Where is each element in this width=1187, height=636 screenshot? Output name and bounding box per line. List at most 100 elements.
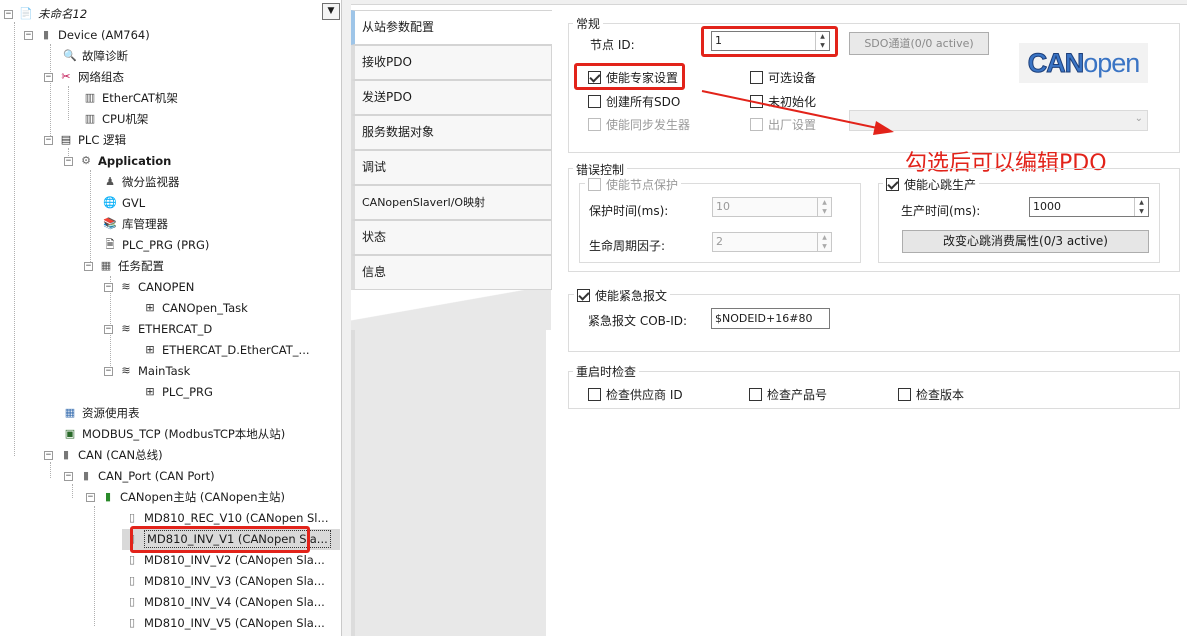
program-icon: 🗎 bbox=[105, 238, 115, 251]
plc-icon: ▤ bbox=[60, 133, 72, 146]
call-icon: ⊞ bbox=[145, 385, 155, 398]
tree-taskcfg[interactable]: − ▦ 任务配置 bbox=[84, 256, 164, 276]
tree-slave-rec[interactable]: ▯ MD810_REC_V10 (CANopen Sl... bbox=[124, 508, 329, 528]
tree-modbus[interactable]: ▣ MODBUS_TCP (ModbusTCP本地从站) bbox=[62, 424, 286, 444]
tree-canopen-master[interactable]: − ▮ CANopen主站 (CANopen主站) bbox=[86, 487, 285, 507]
highlight-selected-slave bbox=[130, 526, 310, 553]
tab-debug[interactable]: 调试 bbox=[351, 150, 552, 185]
check-product-checkbox[interactable]: 检查产品号 bbox=[749, 386, 827, 403]
table-icon: ▦ bbox=[64, 406, 76, 419]
tree-slave-inv2[interactable]: ▯ MD810_INV_V2 (CANopen Sla... bbox=[124, 550, 325, 570]
tree-plc-prg[interactable]: 🗎 PLC_PRG (PRG) bbox=[102, 235, 210, 255]
tree-canopen-task[interactable]: ⊞ CANOpen_Task bbox=[142, 298, 247, 318]
checkbox-icon[interactable] bbox=[588, 95, 601, 108]
tree-task-ethercat[interactable]: − ≋ ETHERCAT_D bbox=[104, 319, 212, 339]
task-config-icon: ▦ bbox=[100, 259, 112, 272]
tree-can-port[interactable]: − ▮ CAN_Port (CAN Port) bbox=[64, 466, 215, 486]
check-vendor-checkbox[interactable]: 检查供应商 ID bbox=[588, 386, 683, 403]
checkbox-icon[interactable] bbox=[588, 178, 601, 191]
tab-status[interactable]: 状态 bbox=[351, 220, 552, 255]
rack-icon: ▥ bbox=[84, 112, 96, 125]
tree-main-call[interactable]: ⊞ PLC_PRG bbox=[142, 382, 213, 402]
canopen-logo: CAN open bbox=[1019, 43, 1148, 83]
checkbox-checked-icon[interactable] bbox=[886, 178, 899, 191]
device-icon: ▮ bbox=[42, 28, 50, 41]
tree-slave-inv5[interactable]: ▯ MD810_INV_V5 (CANopen Sla... bbox=[124, 613, 325, 633]
tools-icon: ✂ bbox=[61, 70, 71, 83]
checkbox-icon[interactable] bbox=[588, 118, 601, 131]
check-version-checkbox[interactable]: 检查版本 bbox=[898, 386, 964, 403]
checkbox-icon[interactable] bbox=[750, 71, 763, 84]
tree-device[interactable]: − ▮ Device (AM764) bbox=[24, 25, 150, 45]
tree-dropdown-button[interactable]: ▼ bbox=[322, 3, 340, 20]
tree-plc-logic[interactable]: − ▤ PLC 逻辑 bbox=[44, 130, 126, 150]
tree-task-main[interactable]: − ≋ MainTask bbox=[104, 361, 190, 381]
emcy-enable-checkbox[interactable]: 使能紧急报文 bbox=[574, 287, 671, 304]
tab-info[interactable]: 信息 bbox=[351, 255, 552, 290]
device-icon: ▣ bbox=[64, 427, 76, 440]
chevron-down-icon: ⌄ bbox=[1134, 113, 1143, 124]
spin-arrows-icon[interactable]: ▲ ▼ bbox=[817, 198, 831, 216]
device-icon: ▮ bbox=[82, 469, 90, 482]
task-icon: ≋ bbox=[121, 322, 131, 335]
tree-netcfg[interactable]: − ✂ 网络组态 bbox=[44, 67, 124, 87]
checkbox-checked-icon[interactable] bbox=[577, 289, 590, 302]
task-icon: ≋ bbox=[121, 364, 131, 377]
slave-icon: ▯ bbox=[128, 553, 136, 566]
checkbox-icon[interactable] bbox=[749, 388, 762, 401]
optional-device-checkbox[interactable]: 可选设备 bbox=[750, 69, 816, 86]
tab-sdo[interactable]: 服务数据对象 bbox=[351, 115, 552, 150]
spin-arrows-icon[interactable]: ▲ ▼ bbox=[817, 233, 831, 251]
magnifier-icon: 🔍 bbox=[63, 49, 77, 62]
splitter[interactable] bbox=[342, 0, 351, 636]
group-restart-title: 重启时检查 bbox=[573, 363, 640, 380]
rack-icon: ▥ bbox=[84, 91, 96, 104]
tab-io-mapping[interactable]: CANopenSlaverI/O映射 bbox=[351, 185, 552, 220]
tab-tx-pdo[interactable]: 发送PDO bbox=[351, 80, 552, 115]
library-icon: 📚 bbox=[103, 217, 117, 230]
tree-can[interactable]: − ▮ CAN (CAN总线) bbox=[44, 445, 163, 465]
tree-slave-inv4[interactable]: ▯ MD810_INV_V4 (CANopen Sla... bbox=[124, 592, 325, 612]
life-factor-input[interactable]: 2 ▲ ▼ bbox=[712, 232, 832, 252]
project-tree: ▼ − 📄 未命名12 − ▮ Device (AM764) 🔍 故障诊断 − ✂ 网… bbox=[0, 0, 342, 636]
tree-ethercat-rack[interactable]: ▥ EtherCAT机架 bbox=[82, 88, 178, 108]
checkbox-icon[interactable] bbox=[588, 388, 601, 401]
emcy-cobid-label: 紧急报文 COB-ID: bbox=[588, 314, 688, 328]
tree-resources[interactable]: ▦ 资源使用表 bbox=[62, 403, 140, 423]
produce-time-label: 生产时间(ms): bbox=[901, 204, 981, 218]
tab-rx-pdo[interactable]: 接收PDO bbox=[351, 45, 552, 80]
tree-application[interactable]: − ⚙ Application bbox=[64, 151, 171, 171]
tree-monitor[interactable]: ♟ 微分监视器 bbox=[102, 172, 179, 192]
tree-root[interactable]: − 📄 未命名12 bbox=[4, 4, 87, 24]
monitor-icon: ♟ bbox=[105, 175, 115, 188]
slave-icon: ▯ bbox=[128, 574, 136, 587]
heartbeat-checkbox[interactable]: 使能心跳生产 bbox=[883, 176, 980, 193]
call-icon: ⊞ bbox=[145, 301, 155, 314]
guard-time-input[interactable]: 10 ▲ ▼ bbox=[712, 197, 832, 217]
produce-time-input[interactable]: 1000 ▲ ▼ bbox=[1029, 197, 1149, 217]
create-all-sdo-checkbox[interactable]: 创建所有SDO bbox=[588, 93, 680, 110]
group-general-title: 常规 bbox=[573, 15, 604, 32]
master-icon: ▮ bbox=[104, 490, 112, 503]
tree-slave-inv3[interactable]: ▯ MD810_INV_V3 (CANopen Sla... bbox=[124, 571, 325, 591]
change-heartbeat-button[interactable]: 改变心跳消费属性(0/3 active) bbox=[902, 230, 1149, 253]
project-icon: 📄 bbox=[19, 7, 33, 20]
sdo-channel-button[interactable]: SDO通道(0/0 active) bbox=[849, 32, 989, 55]
tab-slave-params[interactable]: 从站参数配置 bbox=[351, 10, 552, 45]
spin-arrows-icon[interactable]: ▲ ▼ bbox=[1134, 198, 1148, 216]
annotation-arrow-icon bbox=[701, 90, 894, 135]
node-guard-checkbox[interactable]: 使能节点保护 bbox=[585, 176, 682, 193]
sync-producer-checkbox[interactable]: 使能同步发生器 bbox=[588, 116, 690, 133]
emcy-cobid-input[interactable]: $NODEID+16#80 bbox=[711, 308, 830, 329]
highlight-expert-settings bbox=[574, 63, 685, 90]
tree-cpu-rack[interactable]: ▥ CPU机架 bbox=[82, 109, 149, 129]
node-id-label: 节点 ID: bbox=[590, 38, 635, 52]
tree-task-canopen[interactable]: − ≋ CANOPEN bbox=[104, 277, 194, 297]
tree-libmgr[interactable]: 📚 库管理器 bbox=[102, 214, 168, 234]
call-icon: ⊞ bbox=[145, 343, 155, 356]
slave-icon: ▯ bbox=[128, 595, 136, 608]
tree-gvl[interactable]: 🌐 GVL bbox=[102, 193, 145, 213]
tree-ethercat-call[interactable]: ⊞ ETHERCAT_D.EtherCAT_... bbox=[142, 340, 309, 360]
checkbox-icon[interactable] bbox=[898, 388, 911, 401]
tree-diag[interactable]: 🔍 故障诊断 bbox=[62, 46, 128, 66]
